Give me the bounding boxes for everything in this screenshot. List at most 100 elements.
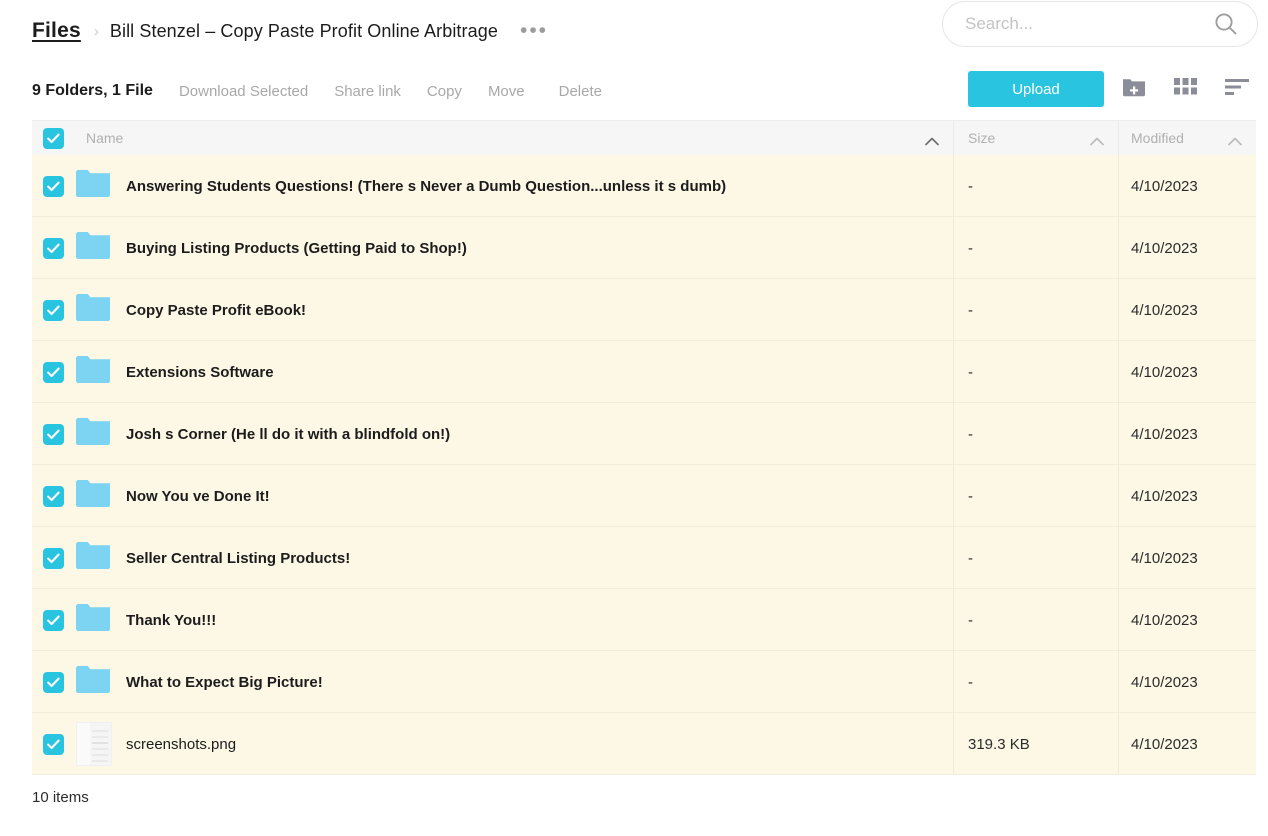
table-row[interactable]: Now You ve Done It! - 4/10/2023 bbox=[32, 465, 1256, 527]
row-name-cell[interactable]: Copy Paste Profit eBook! bbox=[32, 279, 954, 341]
column-header-modified[interactable]: Modified bbox=[1119, 121, 1256, 155]
grid-view-button[interactable] bbox=[1164, 70, 1208, 108]
table-row[interactable]: screenshots.png 319.3 KB 4/10/2023 bbox=[32, 713, 1256, 775]
row-modified-cell: 4/10/2023 bbox=[1119, 589, 1256, 651]
column-header-size[interactable]: Size bbox=[954, 121, 1119, 155]
select-all-checkbox[interactable] bbox=[43, 127, 64, 149]
toolbar-actions-right: Upload bbox=[968, 70, 1260, 108]
delete-button[interactable]: Delete bbox=[559, 83, 602, 100]
row-modified-cell: 4/10/2023 bbox=[1119, 341, 1256, 403]
table-row[interactable]: Thank You!!! - 4/10/2023 bbox=[32, 589, 1256, 651]
row-modified-cell: 4/10/2023 bbox=[1119, 527, 1256, 589]
folder-icon bbox=[76, 294, 110, 326]
selection-summary: 9 Folders, 1 File bbox=[32, 82, 153, 99]
search-input[interactable] bbox=[943, 2, 1213, 46]
row-checkbox[interactable] bbox=[43, 237, 64, 259]
row-size-cell: - bbox=[954, 403, 1119, 465]
sort-button[interactable] bbox=[1216, 70, 1260, 108]
row-name-label[interactable]: screenshots.png bbox=[126, 736, 236, 753]
row-name-label[interactable]: Now You ve Done It! bbox=[126, 488, 270, 505]
row-size-cell: - bbox=[954, 217, 1119, 279]
folder-icon bbox=[76, 604, 110, 636]
row-name-cell[interactable]: Answering Students Questions! (There s N… bbox=[32, 155, 954, 217]
breadcrumb-more-menu-icon[interactable]: ••• bbox=[520, 20, 548, 41]
row-size-value: - bbox=[968, 673, 973, 691]
row-modified-cell: 4/10/2023 bbox=[1119, 403, 1256, 465]
row-checkbox[interactable] bbox=[43, 671, 64, 693]
row-modified-cell: 4/10/2023 bbox=[1119, 155, 1256, 217]
row-name-label[interactable]: Answering Students Questions! (There s N… bbox=[126, 178, 726, 195]
row-modified-cell: 4/10/2023 bbox=[1119, 279, 1256, 341]
row-name-label[interactable]: Buying Listing Products (Getting Paid to… bbox=[126, 240, 467, 257]
row-modified-cell: 4/10/2023 bbox=[1119, 217, 1256, 279]
breadcrumb-current-folder[interactable]: Bill Stenzel – Copy Paste Profit Online … bbox=[110, 21, 498, 42]
folder-plus-icon bbox=[1121, 75, 1147, 104]
sort-caret-size-icon[interactable] bbox=[1090, 133, 1104, 149]
row-size-value: - bbox=[968, 425, 973, 443]
folder-icon bbox=[76, 666, 110, 698]
grid-view-icon bbox=[1174, 77, 1198, 101]
row-size-cell: - bbox=[954, 465, 1119, 527]
folder-icon bbox=[76, 170, 110, 202]
column-header-size-label: Size bbox=[968, 130, 996, 146]
row-checkbox[interactable] bbox=[43, 175, 64, 197]
table-row[interactable]: Copy Paste Profit eBook! - 4/10/2023 bbox=[32, 279, 1256, 341]
row-name-label[interactable]: Thank You!!! bbox=[126, 612, 216, 629]
row-modified-value: 4/10/2023 bbox=[1131, 301, 1198, 319]
sort-caret-name-icon[interactable] bbox=[925, 133, 939, 149]
row-size-cell: - bbox=[954, 651, 1119, 713]
row-name-cell[interactable]: screenshots.png bbox=[32, 713, 954, 775]
copy-button[interactable]: Copy bbox=[427, 83, 462, 100]
row-name-cell[interactable]: Extensions Software bbox=[32, 341, 954, 403]
sort-caret-modified-icon[interactable] bbox=[1228, 133, 1242, 149]
row-modified-value: 4/10/2023 bbox=[1131, 363, 1198, 381]
row-checkbox[interactable] bbox=[43, 485, 64, 507]
row-modified-value: 4/10/2023 bbox=[1131, 673, 1198, 691]
table-row[interactable]: Buying Listing Products (Getting Paid to… bbox=[32, 217, 1256, 279]
breadcrumb-separator-icon: › bbox=[93, 22, 99, 40]
row-checkbox[interactable] bbox=[43, 423, 64, 445]
row-size-cell: - bbox=[954, 527, 1119, 589]
row-name-cell[interactable]: What to Expect Big Picture! bbox=[32, 651, 954, 713]
row-checkbox[interactable] bbox=[43, 733, 64, 755]
row-name-label[interactable]: Copy Paste Profit eBook! bbox=[126, 302, 306, 319]
row-name-cell[interactable]: Buying Listing Products (Getting Paid to… bbox=[32, 217, 954, 279]
folder-icon bbox=[76, 356, 110, 388]
move-button[interactable]: Move bbox=[488, 83, 525, 100]
upload-button[interactable]: Upload bbox=[968, 71, 1104, 107]
table-row[interactable]: Answering Students Questions! (There s N… bbox=[32, 155, 1256, 217]
table-row[interactable]: Seller Central Listing Products! - 4/10/20… bbox=[32, 527, 1256, 589]
breadcrumb-root-files[interactable]: Files bbox=[32, 19, 81, 43]
search-icon[interactable] bbox=[1213, 11, 1239, 37]
row-name-cell[interactable]: Thank You!!! bbox=[32, 589, 954, 651]
row-modified-value: 4/10/2023 bbox=[1131, 549, 1198, 567]
row-checkbox[interactable] bbox=[43, 547, 64, 569]
share-link-button[interactable]: Share link bbox=[334, 83, 401, 100]
row-name-cell[interactable]: Now You ve Done It! bbox=[32, 465, 954, 527]
row-name-label[interactable]: Seller Central Listing Products! bbox=[126, 550, 350, 567]
row-size-value: 319.3 KB bbox=[968, 735, 1030, 753]
row-name-label[interactable]: Josh s Corner (He ll do it with a blindf… bbox=[126, 426, 450, 443]
row-name-label[interactable]: Extensions Software bbox=[126, 364, 274, 381]
row-checkbox[interactable] bbox=[43, 609, 64, 631]
table-row[interactable]: Josh s Corner (He ll do it with a blindf… bbox=[32, 403, 1256, 465]
column-header-name[interactable]: Name bbox=[32, 121, 954, 155]
row-name-cell[interactable]: Josh s Corner (He ll do it with a blindf… bbox=[32, 403, 954, 465]
table-body: Answering Students Questions! (There s N… bbox=[32, 155, 1256, 775]
row-name-label[interactable]: What to Expect Big Picture! bbox=[126, 674, 323, 691]
row-checkbox[interactable] bbox=[43, 361, 64, 383]
row-modified-value: 4/10/2023 bbox=[1131, 177, 1198, 195]
row-modified-value: 4/10/2023 bbox=[1131, 239, 1198, 257]
row-modified-value: 4/10/2023 bbox=[1131, 611, 1198, 629]
row-modified-cell: 4/10/2023 bbox=[1119, 651, 1256, 713]
row-size-cell: - bbox=[954, 589, 1119, 651]
row-size-cell: - bbox=[954, 341, 1119, 403]
search-box[interactable] bbox=[942, 1, 1258, 47]
table-row[interactable]: What to Expect Big Picture! - 4/10/2023 bbox=[32, 651, 1256, 713]
row-checkbox[interactable] bbox=[43, 299, 64, 321]
download-selected-button[interactable]: Download Selected bbox=[179, 83, 308, 100]
column-header-name-label: Name bbox=[86, 130, 124, 146]
new-folder-button[interactable] bbox=[1112, 70, 1156, 108]
row-name-cell[interactable]: Seller Central Listing Products! bbox=[32, 527, 954, 589]
table-row[interactable]: Extensions Software - 4/10/2023 bbox=[32, 341, 1256, 403]
